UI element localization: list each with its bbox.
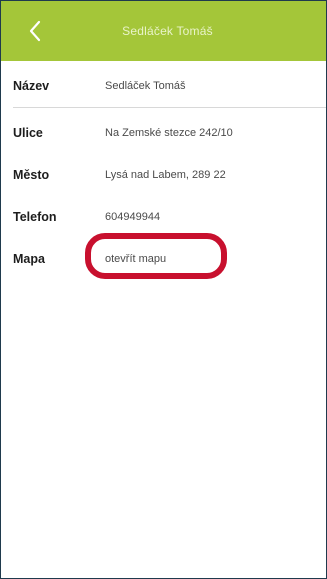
- page-title: Sedláček Tomáš: [122, 24, 213, 38]
- detail-row-mapa: Mapa otevřít mapu: [1, 238, 326, 280]
- divider: [13, 107, 326, 108]
- header-bar: Sedláček Tomáš: [1, 1, 326, 61]
- detail-row-mesto: Město Lysá nad Labem, 289 22: [1, 154, 326, 196]
- detail-value-nazev: Sedláček Tomáš: [105, 80, 186, 92]
- detail-label-nazev: Název: [13, 79, 50, 93]
- detail-label-telefon: Telefon: [13, 210, 57, 224]
- phone-link[interactable]: 604949944: [105, 211, 160, 223]
- detail-list: Název Sedláček Tomáš Ulice Na Zemské ste…: [1, 65, 326, 280]
- app-screen: Sedláček Tomáš Název Sedláček Tomáš Ulic…: [0, 0, 327, 579]
- detail-label-mapa: Mapa: [13, 252, 45, 266]
- detail-value-mesto: Lysá nad Labem, 289 22: [105, 169, 226, 181]
- chevron-left-icon: [29, 20, 41, 42]
- detail-row-ulice: Ulice Na Zemské stezce 242/10: [1, 112, 326, 154]
- back-button[interactable]: [21, 17, 49, 45]
- open-map-link[interactable]: otevřít mapu: [105, 253, 166, 265]
- detail-label-ulice: Ulice: [13, 126, 43, 140]
- detail-row-telefon: Telefon 604949944: [1, 196, 326, 238]
- detail-row-nazev: Název Sedláček Tomáš: [1, 65, 326, 107]
- detail-value-ulice: Na Zemské stezce 242/10: [105, 127, 233, 139]
- detail-label-mesto: Město: [13, 168, 50, 182]
